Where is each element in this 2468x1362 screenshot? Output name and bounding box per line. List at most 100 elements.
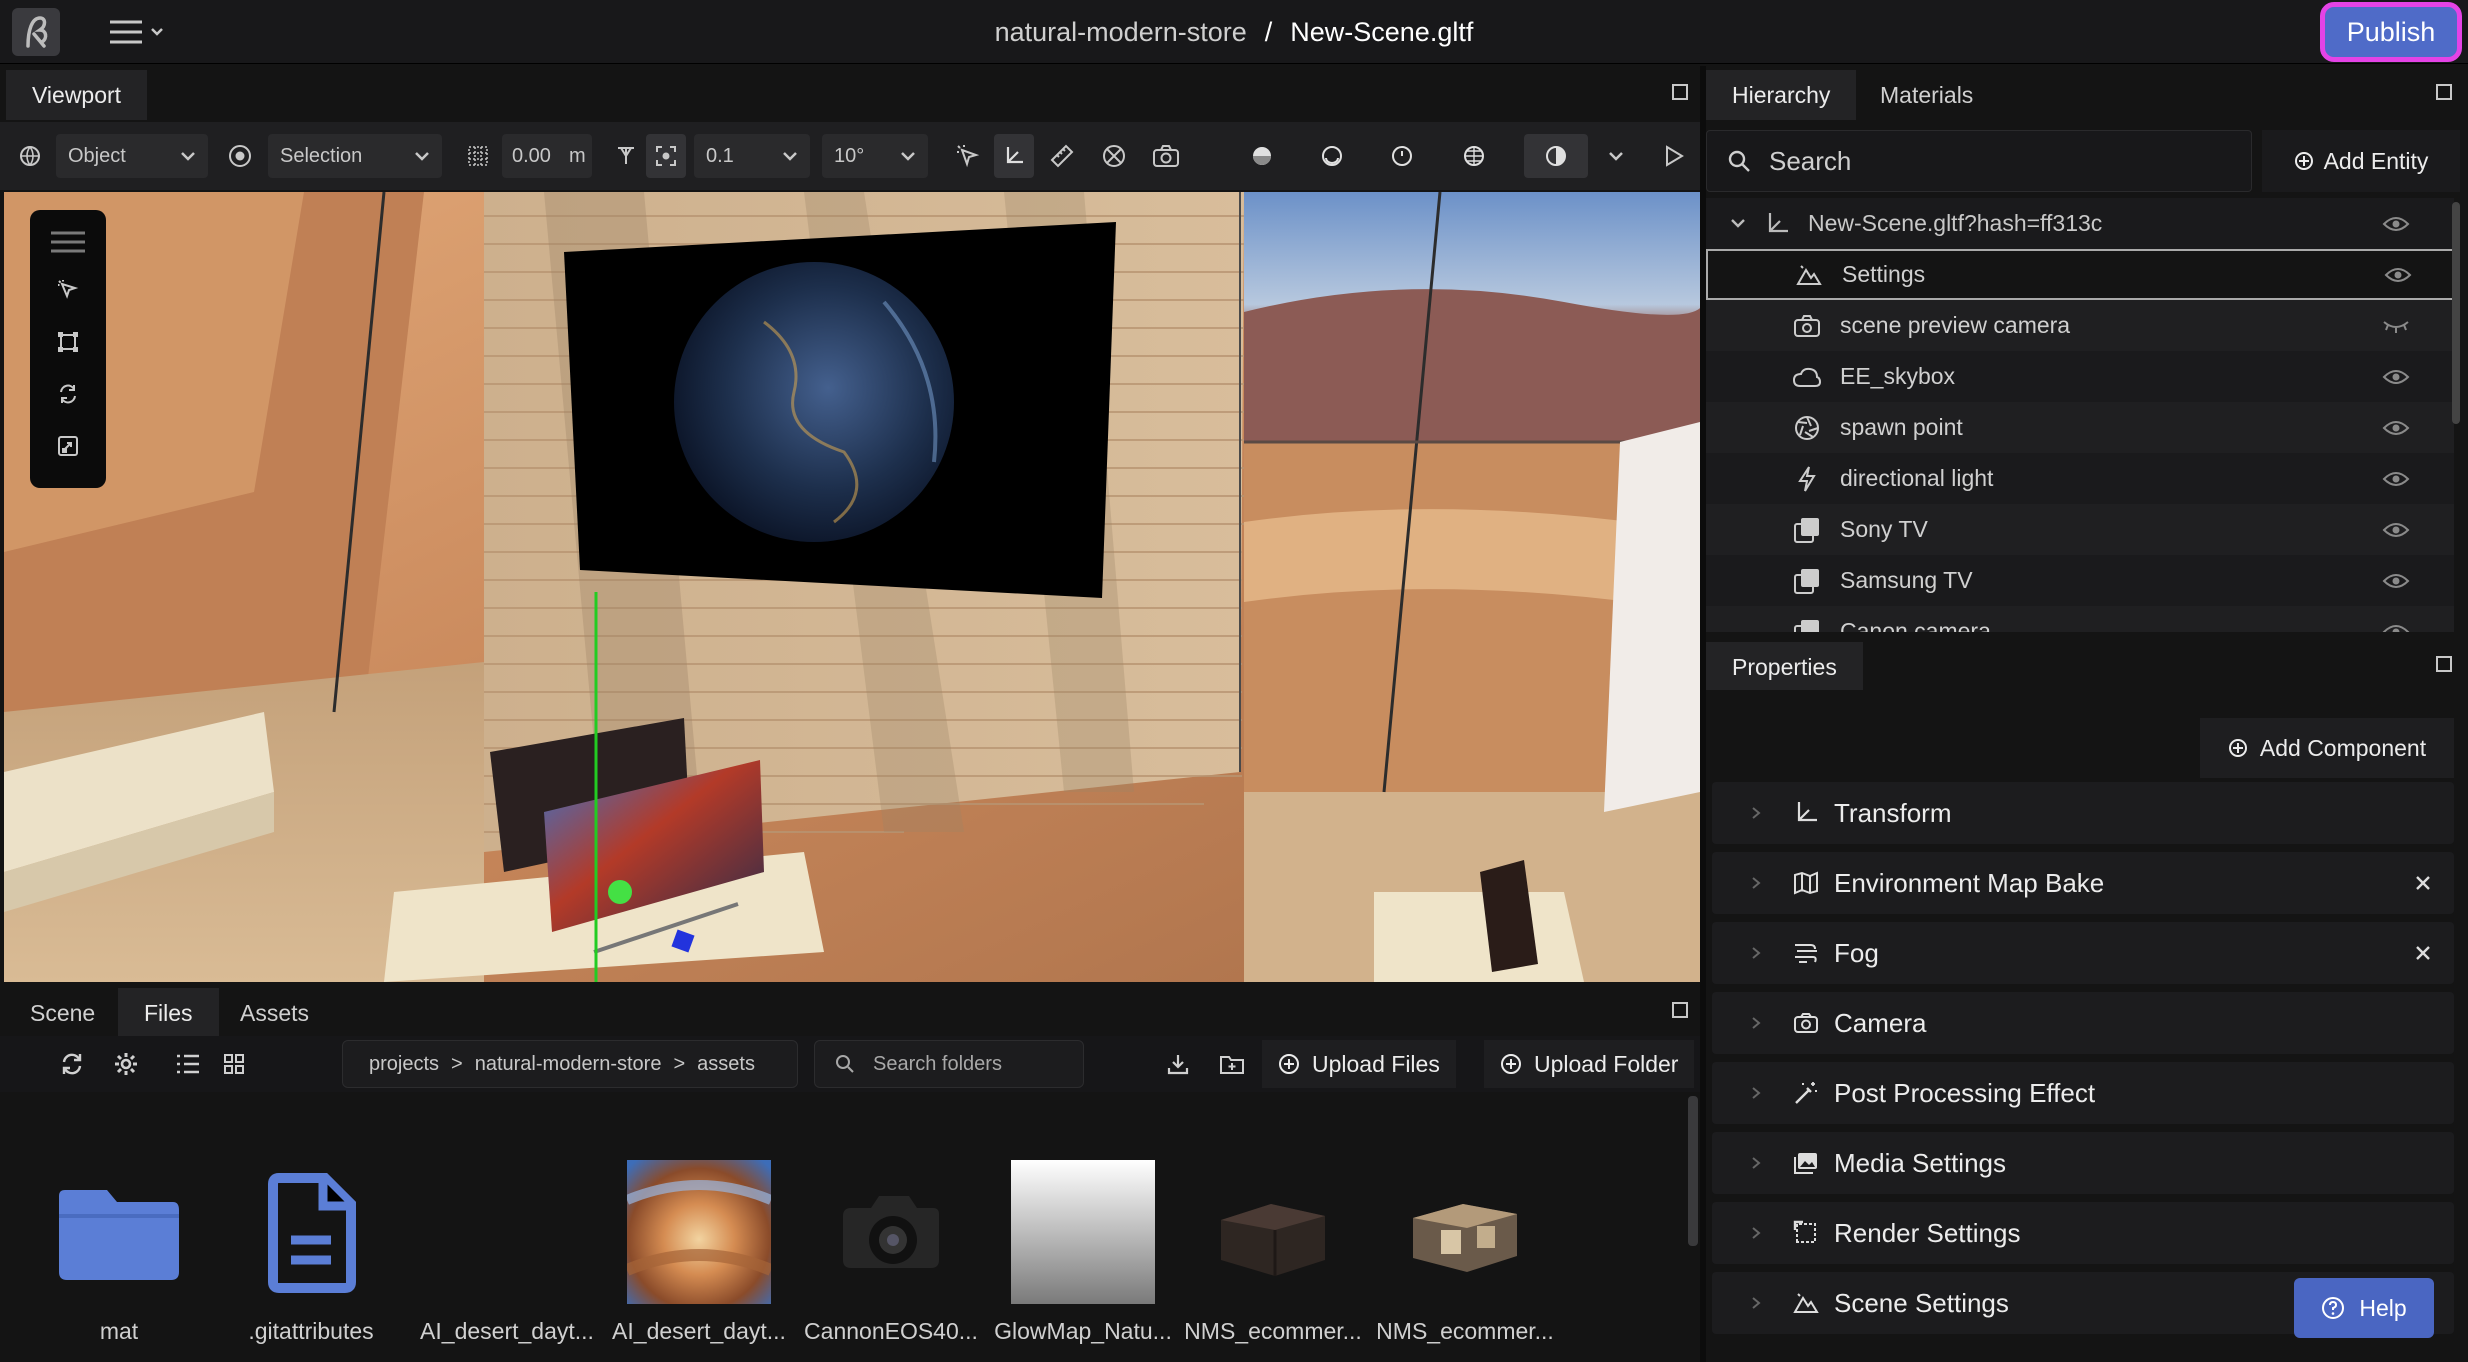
file-browser-grid: mat .gitattributes AI_desert_dayt... AI_… (0, 1094, 1686, 1362)
file-item[interactable]: NMS_ecommer... (1178, 1160, 1368, 1345)
rotation-snap-select[interactable]: 10° (822, 134, 928, 178)
tree-item-scene-preview-camera[interactable]: scene preview camera (1706, 300, 2454, 351)
eye-icon[interactable] (2382, 214, 2410, 234)
globe-icon[interactable] (10, 134, 50, 178)
maximize-viewport-icon[interactable] (1672, 84, 1688, 100)
pivot-mode-select[interactable]: Selection (268, 134, 442, 178)
eye-icon[interactable] (2382, 469, 2410, 489)
tab-scene[interactable]: Scene (4, 988, 121, 1038)
tree-item-directional-light[interactable]: directional light (1706, 453, 2454, 504)
physics-icon[interactable] (1094, 134, 1134, 178)
eye-closed-icon[interactable] (2382, 316, 2410, 336)
tab-viewport[interactable]: Viewport (6, 70, 148, 120)
hierarchy-search-input[interactable]: Search (1706, 130, 2252, 192)
eye-icon[interactable] (2382, 571, 2410, 591)
eye-icon[interactable] (2382, 622, 2410, 633)
file-item[interactable]: AI_desert_dayt... (412, 1160, 602, 1345)
shading-unlit-icon[interactable] (1242, 134, 1282, 178)
component-environment-map-bake[interactable]: Environment Map Bake (1712, 852, 2454, 914)
drag-handle-icon[interactable] (48, 222, 88, 262)
tab-files[interactable]: Files (118, 988, 219, 1038)
folder-search-input[interactable]: Search folders (814, 1040, 1084, 1088)
grid-unit: m (568, 144, 586, 167)
files-scrollbar[interactable] (1688, 1096, 1698, 1246)
scale-tool-icon[interactable] (48, 426, 88, 466)
play-icon[interactable] (1654, 134, 1694, 178)
tree-root[interactable]: New-Scene.gltf?hash=ff313c (1706, 198, 2454, 249)
app-logo[interactable] (12, 8, 60, 56)
snap-magnet-icon[interactable] (606, 134, 646, 178)
component-transform[interactable]: Transform (1712, 782, 2454, 844)
tab-assets[interactable]: Assets (214, 988, 335, 1038)
select-tool-icon[interactable] (48, 270, 88, 310)
component-post-processing[interactable]: Post Processing Effect (1712, 1062, 2454, 1124)
eye-icon[interactable] (2382, 418, 2410, 438)
grid-height-input[interactable]: 0.00 m (502, 134, 592, 178)
ruler-icon[interactable] (1042, 134, 1082, 178)
tree-item-settings[interactable]: Settings (1706, 249, 2454, 300)
shading-wireframe-icon[interactable] (1454, 134, 1494, 178)
breadcrumb-projects[interactable]: projects (369, 1053, 439, 1076)
component-media-settings[interactable]: Media Settings (1712, 1132, 2454, 1194)
download-icon[interactable] (1158, 1042, 1198, 1086)
tab-properties[interactable]: Properties (1706, 642, 1863, 692)
viewport-canvas[interactable] (4, 192, 1700, 982)
project-name[interactable]: natural-modern-store (995, 17, 1247, 48)
upload-folder-button[interactable]: Upload Folder (1484, 1040, 1695, 1088)
scene-name[interactable]: New-Scene.gltf (1290, 17, 1473, 48)
add-entity-button[interactable]: Add Entity (2262, 130, 2460, 192)
upload-files-button[interactable]: Upload Files (1262, 1040, 1456, 1088)
transform-space-select[interactable]: Object (56, 134, 208, 178)
tree-item-canon-camera[interactable]: Canon camera (1706, 606, 2454, 632)
tree-item-sony-tv[interactable]: Sony TV (1706, 504, 2454, 555)
pivot-icon[interactable] (220, 134, 260, 178)
component-camera[interactable]: Camera (1712, 992, 2454, 1054)
breadcrumb-assets[interactable]: assets (697, 1053, 755, 1076)
file-item[interactable]: NMS_ecommer... (1370, 1160, 1560, 1345)
file-item[interactable]: mat (24, 1160, 214, 1345)
translate-axes-icon[interactable] (994, 134, 1034, 178)
tree-item-samsung-tv[interactable]: Samsung TV (1706, 555, 2454, 606)
shading-normals-icon[interactable] (1382, 134, 1422, 178)
snap-toggle-icon[interactable] (646, 134, 686, 178)
file-item[interactable]: CannonEOS40... (796, 1160, 986, 1345)
publish-button[interactable]: Publish (2320, 2, 2462, 62)
breadcrumb-project[interactable]: natural-modern-store (475, 1053, 662, 1076)
screenshot-camera-icon[interactable] (1146, 134, 1186, 178)
eye-icon[interactable] (2382, 520, 2410, 540)
grid-view-icon[interactable] (214, 1042, 254, 1086)
render-mode-dropdown-icon[interactable] (1596, 134, 1636, 178)
close-icon[interactable] (2414, 944, 2432, 962)
properties-panel: Add Component Transform Environment Map … (1706, 690, 2460, 1362)
gear-icon[interactable] (106, 1042, 146, 1086)
shading-contrast-icon[interactable] (1524, 134, 1588, 178)
maximize-hierarchy-icon[interactable] (2436, 84, 2452, 100)
eye-icon[interactable] (2384, 265, 2412, 285)
maximize-properties-icon[interactable] (2436, 656, 2452, 672)
maximize-bottom-panel-icon[interactable] (1672, 1002, 1688, 1018)
new-folder-icon[interactable] (1212, 1042, 1252, 1086)
tree-item-spawn-point[interactable]: spawn point (1706, 402, 2454, 453)
grid-icon[interactable] (458, 134, 498, 178)
hierarchy-scrollbar[interactable] (2452, 202, 2460, 424)
eye-icon[interactable] (2382, 367, 2410, 387)
close-icon[interactable] (2414, 874, 2432, 892)
component-render-settings[interactable]: Render Settings (1712, 1202, 2454, 1264)
file-item[interactable]: .gitattributes (216, 1160, 406, 1345)
rotate-tool-icon[interactable] (48, 374, 88, 414)
tab-materials[interactable]: Materials (1854, 70, 1999, 120)
tab-hierarchy[interactable]: Hierarchy (1706, 70, 1857, 120)
tree-item-ee-skybox[interactable]: EE_skybox (1706, 351, 2454, 402)
file-item[interactable]: GlowMap_Natu... (988, 1160, 1178, 1345)
component-fog[interactable]: Fog (1712, 922, 2454, 984)
main-menu-button[interactable] (108, 14, 172, 50)
shading-lit-icon[interactable] (1312, 134, 1352, 178)
bounding-box-tool-icon[interactable] (48, 322, 88, 362)
add-component-button[interactable]: Add Component (2200, 718, 2454, 778)
refresh-icon[interactable] (52, 1042, 92, 1086)
file-item[interactable]: AI_desert_dayt... (604, 1160, 794, 1345)
list-view-icon[interactable] (168, 1042, 208, 1086)
help-button[interactable]: Help (2294, 1278, 2434, 1338)
select-pointer-icon[interactable] (948, 134, 988, 178)
translation-snap-select[interactable]: 0.1 (694, 134, 810, 178)
